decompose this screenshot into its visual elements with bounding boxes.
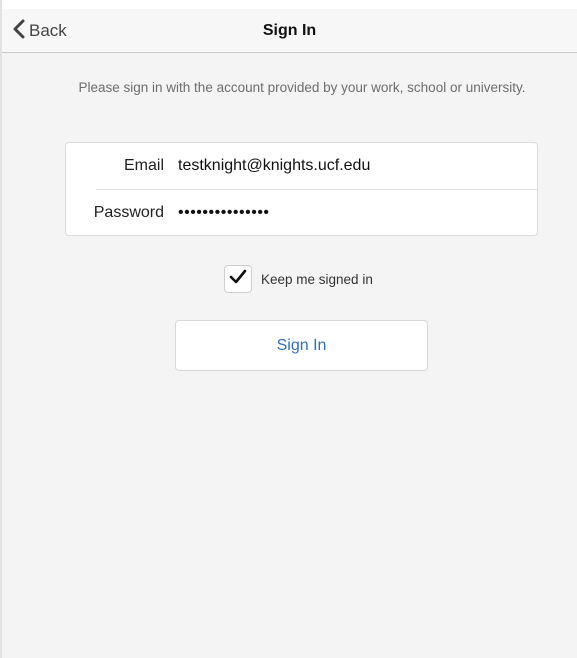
password-label: Password	[93, 204, 164, 221]
password-row: Password •••••••••••••••	[66, 190, 537, 236]
keep-signed-in-toggle[interactable]: Keep me signed in	[224, 264, 373, 294]
email-row: Email	[66, 143, 537, 189]
page-title: Sign In	[262, 22, 317, 39]
email-label: Email	[123, 157, 164, 174]
sign-in-instructions: Please sign in with the account provided…	[78, 80, 526, 95]
sign-in-screen: Back Sign In Please sign in with the acc…	[0, 0, 577, 658]
password-field[interactable]: •••••••••••••••	[178, 204, 537, 222]
email-field[interactable]	[178, 157, 537, 175]
top-strip	[2, 0, 577, 9]
navigation-bar: Back Sign In	[2, 9, 577, 53]
sign-in-button[interactable]: Sign In	[175, 320, 428, 371]
keep-signed-in-checkbox[interactable]	[224, 265, 252, 293]
credentials-form: Email Password •••••••••••••••	[65, 142, 538, 236]
keep-signed-in-label: Keep me signed in	[261, 271, 373, 287]
checkmark-icon	[229, 269, 247, 290]
